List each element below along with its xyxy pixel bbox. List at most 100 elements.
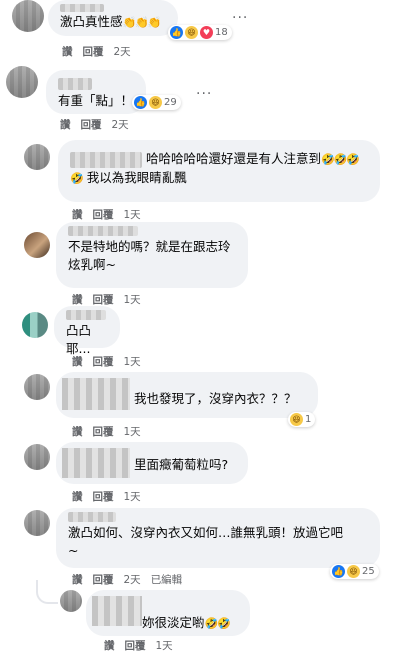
more-dots-icon[interactable]: ··· (232, 10, 248, 26)
comment-text: 有重「點」！ (58, 93, 134, 108)
comment-actions: 讚回覆 2天 已編輯 (72, 572, 192, 587)
haha-reaction-icon: 😆 (149, 96, 162, 109)
comment-6: 我也發現了，沒穿內衣？？？ 😆 1 讚回覆 1天 (0, 368, 418, 438)
comment-bubble: 凸凸耶... (54, 306, 120, 356)
blurred-author-name[interactable] (68, 226, 138, 236)
comment-actions: 讚回覆 1天 (72, 292, 151, 307)
timestamp[interactable]: 1天 (156, 640, 173, 652)
like-link[interactable]: 讚 (72, 491, 83, 503)
blurred-author-name[interactable] (92, 596, 142, 626)
comment-text: 激凸真性感 (60, 14, 123, 29)
like-reaction-icon: 👍 (134, 96, 147, 109)
comment-4: 不是特地的嗎？就是在跟志玲 炫乳啊~ 讚回覆 1天 (0, 222, 418, 306)
timestamp[interactable]: 1天 (124, 491, 141, 503)
edited-label[interactable]: 已編輯 (151, 574, 183, 586)
comment-bubble: 激凸如何、沒穿內衣又如何…誰無乳頭！放過它吧 ~ (56, 508, 380, 568)
blurred-author-name[interactable] (62, 448, 130, 478)
comment-actions: 讚回覆 2天 (60, 117, 139, 132)
timestamp[interactable]: 1天 (124, 426, 141, 438)
blurred-author-name[interactable] (60, 4, 104, 12)
rofl-emoji: 🤣🤣🤣 (321, 153, 360, 166)
reaction-count: 29 (164, 97, 177, 108)
comment-text-line2: ~ (68, 543, 79, 558)
timestamp[interactable]: 2天 (114, 46, 131, 58)
blurred-author-name[interactable] (70, 151, 142, 168)
rofl-emoji: 🤣 (70, 172, 84, 185)
comment-bubble: 激凸真性感👏👏👏 (48, 0, 178, 36)
reaction-count: 25 (362, 566, 375, 577)
blurred-author-name[interactable] (62, 378, 130, 410)
comment-text-line2: 炫乳啊~ (68, 257, 116, 272)
reply-link[interactable]: 回覆 (93, 426, 114, 438)
comment-text-line2: 我以為我眼睛亂飄 (86, 170, 187, 185)
timestamp[interactable]: 1天 (124, 356, 141, 368)
reaction-summary[interactable]: 😆 1 (288, 412, 316, 427)
like-reaction-icon: 👍 (332, 565, 345, 578)
haha-reaction-icon: 😆 (290, 413, 303, 426)
comment-text: 凸凸耶... (66, 323, 92, 356)
comment-actions: 讚回覆 2天 (62, 44, 141, 59)
avatar[interactable] (6, 66, 38, 98)
timestamp[interactable]: 1天 (124, 209, 141, 221)
reply-link[interactable]: 回覆 (83, 46, 104, 58)
timestamp[interactable]: 1天 (124, 294, 141, 306)
reaction-count: 18 (215, 27, 228, 38)
comment-actions: 讚回覆 1天 (72, 354, 151, 369)
comment-text-line1: 激凸如何、沒穿內衣又如何…誰無乳頭！放過它吧 (68, 525, 344, 540)
haha-reaction-icon: 😆 (347, 565, 360, 578)
reply-link[interactable]: 回覆 (125, 640, 146, 652)
like-link[interactable]: 讚 (72, 574, 83, 586)
comment-8: 激凸如何、沒穿內衣又如何…誰無乳頭！放過它吧 ~ 👍 😆 25 讚回覆 2天 已編輯 (0, 504, 418, 586)
blurred-author-name[interactable] (58, 78, 92, 90)
reply-link[interactable]: 回覆 (93, 574, 114, 586)
avatar[interactable] (24, 510, 50, 536)
reply-link[interactable]: 回覆 (93, 294, 114, 306)
comment-text: 我也發現了，沒穿內衣？？？ (134, 391, 297, 406)
reply-link[interactable]: 回覆 (93, 356, 114, 368)
blurred-author-name[interactable] (68, 512, 116, 522)
like-link[interactable]: 讚 (72, 294, 83, 306)
comment-actions: 讚回覆 1天 (72, 489, 151, 504)
rofl-emoji: 🤣🤣 (204, 617, 231, 630)
more-dots-icon[interactable]: ··· (196, 86, 212, 102)
avatar[interactable] (60, 590, 82, 612)
like-link[interactable]: 讚 (60, 119, 71, 131)
reply-link[interactable]: 回覆 (93, 209, 114, 221)
comment-actions: 讚回覆 1天 (72, 424, 151, 439)
comment-actions: 讚回覆 1天 (72, 207, 151, 222)
blurred-author-name[interactable] (66, 310, 106, 320)
comment-bubble: 妳很淡定喲🤣🤣 (86, 590, 250, 636)
reaction-summary[interactable]: 👍 😆 ♥ 18 (168, 25, 232, 40)
reaction-count: 1 (305, 414, 312, 425)
like-link[interactable]: 讚 (62, 46, 73, 58)
comment-2: 有重「點」！ 👍 😆 29 ··· 讚回覆 2天 (0, 64, 418, 132)
like-link[interactable]: 讚 (104, 640, 115, 652)
avatar[interactable] (24, 144, 50, 170)
reaction-summary[interactable]: 👍 😆 29 (132, 95, 181, 110)
comment-bubble: 我也發現了，沒穿內衣？？？ (56, 372, 318, 418)
comment-bubble: 哈哈哈哈哈還好還是有人注意到🤣🤣🤣 🤣 我以為我眼睛亂飄 (58, 140, 380, 202)
comment-9-reply: 妳很淡定喲🤣🤣 讚回覆 1天 (0, 586, 418, 658)
avatar[interactable] (24, 374, 50, 400)
comment-bubble: 不是特地的嗎？就是在跟志玲 炫乳啊~ (56, 222, 248, 288)
comment-text-line1: 哈哈哈哈哈還好還是有人注意到 (146, 151, 322, 166)
reply-link[interactable]: 回覆 (93, 491, 114, 503)
reply-link[interactable]: 回覆 (81, 119, 102, 131)
like-link[interactable]: 讚 (72, 426, 83, 438)
timestamp[interactable]: 2天 (112, 119, 129, 131)
clap-emoji: 👏👏👏 (122, 16, 162, 29)
avatar[interactable] (24, 232, 50, 258)
avatar[interactable] (24, 444, 50, 470)
comment-actions: 讚回覆 1天 (104, 638, 183, 653)
haha-reaction-icon: 😆 (185, 26, 198, 39)
timestamp[interactable]: 2天 (124, 574, 141, 586)
avatar[interactable] (22, 312, 48, 338)
reaction-summary[interactable]: 👍 😆 25 (330, 564, 379, 579)
like-link[interactable]: 讚 (72, 209, 83, 221)
comment-text-line1: 不是特地的嗎？就是在跟志玲 (68, 239, 231, 254)
avatar[interactable] (12, 0, 44, 32)
like-link[interactable]: 讚 (72, 356, 83, 368)
comment-bubble: 有重「點」！ (46, 70, 146, 114)
comment-bubble: 里面癥葡萄粒吗? (56, 442, 248, 484)
comment-text: 妳很淡定喲 (142, 615, 205, 630)
